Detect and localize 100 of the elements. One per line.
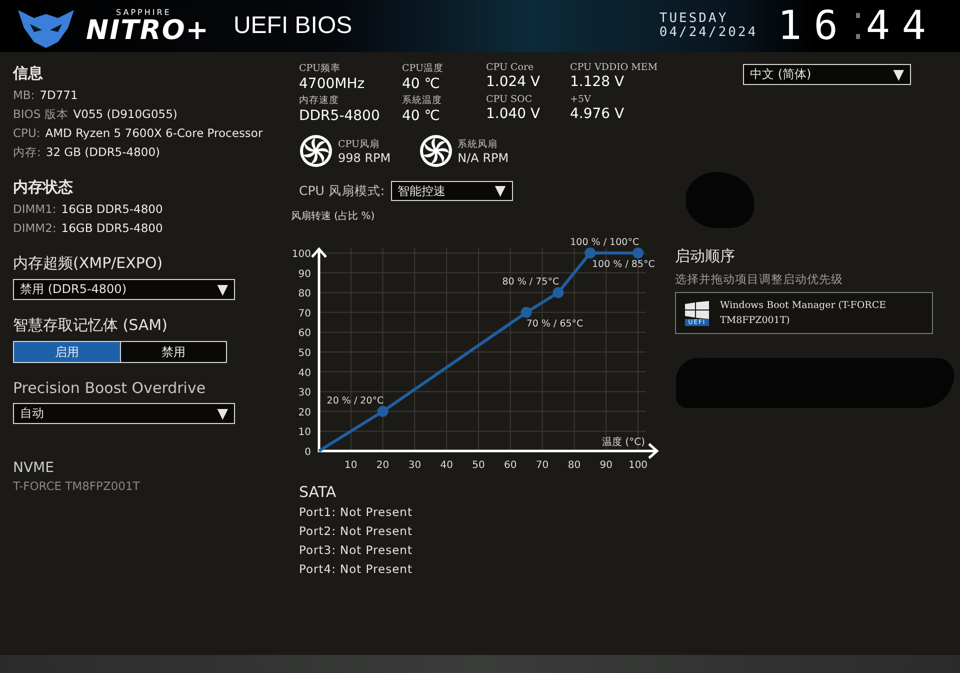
sensor-value: 4700MHz xyxy=(299,75,366,94)
port-status: Not Present xyxy=(340,561,412,578)
sensor-label: 系統温度 xyxy=(402,94,443,107)
dimm-label: DIMM2: xyxy=(13,220,56,237)
curve-point-handle[interactable] xyxy=(632,248,644,258)
redaction-mark xyxy=(686,172,754,228)
section-title: 信息 xyxy=(13,64,44,83)
point-label: 70 % / 65°C xyxy=(526,318,584,330)
sensor-value: 40 ℃ xyxy=(402,75,441,94)
sensor-value: 1.040 V xyxy=(486,105,542,124)
fan-label: CPU风扇 xyxy=(338,138,381,150)
fan-icon xyxy=(418,134,453,168)
port-label: Port2: xyxy=(299,523,336,540)
info-label: 内存: xyxy=(13,144,41,161)
dimm-label: DIMM1: xyxy=(13,201,56,218)
section-title: 智慧存取记忆体 (SAM) xyxy=(13,316,168,335)
point-label: 80 % / 75°C xyxy=(502,276,560,288)
y-tick-label: 30 xyxy=(298,388,311,399)
nvme-device: T-FORCE TM8FPZ001T xyxy=(13,479,141,493)
sensor-label: CPU频率 xyxy=(299,62,342,75)
dimm-value: 16GB DDR5-4800 xyxy=(61,201,163,218)
bios-title: UEFI BIOS xyxy=(233,12,352,40)
info-value: 32 GB (DDR5-4800) xyxy=(46,144,160,161)
y-tick-label: 10 xyxy=(298,427,311,438)
fan-mode-label: CPU 风扇模式: xyxy=(299,182,385,200)
dimm-value: 16GB DDR5-4800 xyxy=(61,220,163,237)
x-tick-label: 10 xyxy=(344,460,358,471)
x-tick-label: 90 xyxy=(600,460,612,471)
x-tick-label: 80 xyxy=(568,460,581,471)
sensor-label: +5V xyxy=(570,94,592,105)
boot-hint: 选择并拖动项目调整启动优先级 xyxy=(675,272,844,287)
info-value: V055 (D910G055) xyxy=(73,106,178,123)
clock-hours: 16 xyxy=(778,6,850,46)
section-title: 内存状态 xyxy=(13,178,74,197)
point-label: 20 % / 20°C xyxy=(326,395,384,406)
clock-minutes: 44 xyxy=(866,6,938,46)
date: 04/24/2024 xyxy=(659,26,758,40)
curve-point-handle[interactable] xyxy=(377,406,388,417)
pbo-dropdown[interactable]: 自动 ▼ xyxy=(13,403,235,424)
port-status: Not Present xyxy=(340,504,412,521)
y-tick-label: 100 xyxy=(292,249,311,260)
info-label: CPU: xyxy=(13,125,40,142)
sensor-label: 内存速度 xyxy=(299,94,340,107)
section-title: 内存超频(XMP/EXPO) xyxy=(13,254,164,273)
fan-icon xyxy=(299,134,333,168)
x-tick-label: 30 xyxy=(408,460,422,471)
sensor-value: 1.024 V xyxy=(486,73,542,92)
x-tick-label: 50 xyxy=(472,460,485,471)
brand-subtitle: SAPPHIRE xyxy=(115,8,172,16)
y-tick-label: 80 xyxy=(298,288,311,300)
info-value: 7D771 xyxy=(40,87,78,104)
x-tick-label: 60 xyxy=(504,460,517,471)
section-title: SATA xyxy=(299,483,338,501)
xmp-dropdown[interactable]: 禁用 (DDR5-4800) ▼ xyxy=(13,279,235,300)
port-label: Port3: xyxy=(299,542,336,559)
sensor-label: CPU Core xyxy=(486,62,535,73)
info-value: AMD Ryzen 5 7600X 6-Core Processor xyxy=(45,125,263,142)
section-title: NVME xyxy=(13,460,55,476)
sensor-label: CPU温度 xyxy=(402,62,445,75)
curve-point-handle[interactable] xyxy=(584,248,596,258)
y-axis-title: 风扇转速 (占比 %) xyxy=(291,211,375,222)
port-status: Not Present xyxy=(340,523,412,540)
sensor-value: DDR5-4800 xyxy=(299,107,381,126)
sensor-value: 40 ℃ xyxy=(402,107,441,126)
info-label: BIOS 版本 xyxy=(13,106,68,123)
sensor-value: 1.128 V xyxy=(570,73,626,92)
y-tick-label: 0 xyxy=(304,447,311,458)
clock-colon-icon xyxy=(856,13,860,39)
sensor-label: CPU VDDIO MEM xyxy=(570,62,659,73)
y-tick-label: 40 xyxy=(298,368,311,379)
sam-toggle-option[interactable]: 禁用 xyxy=(120,342,226,362)
y-tick-label: 70 xyxy=(298,308,311,320)
x-tick-label: 20 xyxy=(376,460,390,471)
info-label: MB: xyxy=(13,87,35,104)
x-tick-label: 40 xyxy=(440,460,453,471)
fan-label: 系統风扇 xyxy=(458,138,499,150)
curve-point-handle[interactable] xyxy=(552,287,564,298)
x-axis-title: 温度 (°C) xyxy=(602,437,645,448)
weekday: TUESDAY xyxy=(659,12,728,26)
port-status: Not Present xyxy=(340,542,412,559)
x-tick-label: 70 xyxy=(536,460,549,471)
fan-speed: N/A RPM xyxy=(458,150,509,164)
point-label: 100 % / 100°C xyxy=(570,237,640,248)
section-title: 启动顺序 xyxy=(675,247,736,266)
port-label: Port4: xyxy=(299,561,336,578)
y-tick-label: 20 xyxy=(298,407,311,418)
fan-mode-dropdown[interactable]: 智能控速 ▼ xyxy=(390,181,513,201)
sensor-value: 4.976 V xyxy=(570,105,626,124)
y-tick-label: 50 xyxy=(298,348,311,359)
curve-point-handle[interactable] xyxy=(520,306,532,318)
language-dropdown[interactable]: 中文 (简体) ▼ xyxy=(743,64,911,85)
y-tick-label: 60 xyxy=(298,328,311,340)
y-tick-label: 90 xyxy=(298,268,311,280)
point-label: 100 % / 85°C xyxy=(592,259,655,270)
fan-speed: 998 RPM xyxy=(338,150,391,164)
x-tick-label: 100 xyxy=(628,460,648,471)
brand-name: NITRO+ xyxy=(86,16,210,44)
sam-toggle-option[interactable]: 启用 xyxy=(14,342,120,362)
port-label: Port1: xyxy=(299,504,336,521)
section-title: Precision Boost Overdrive xyxy=(13,379,207,397)
